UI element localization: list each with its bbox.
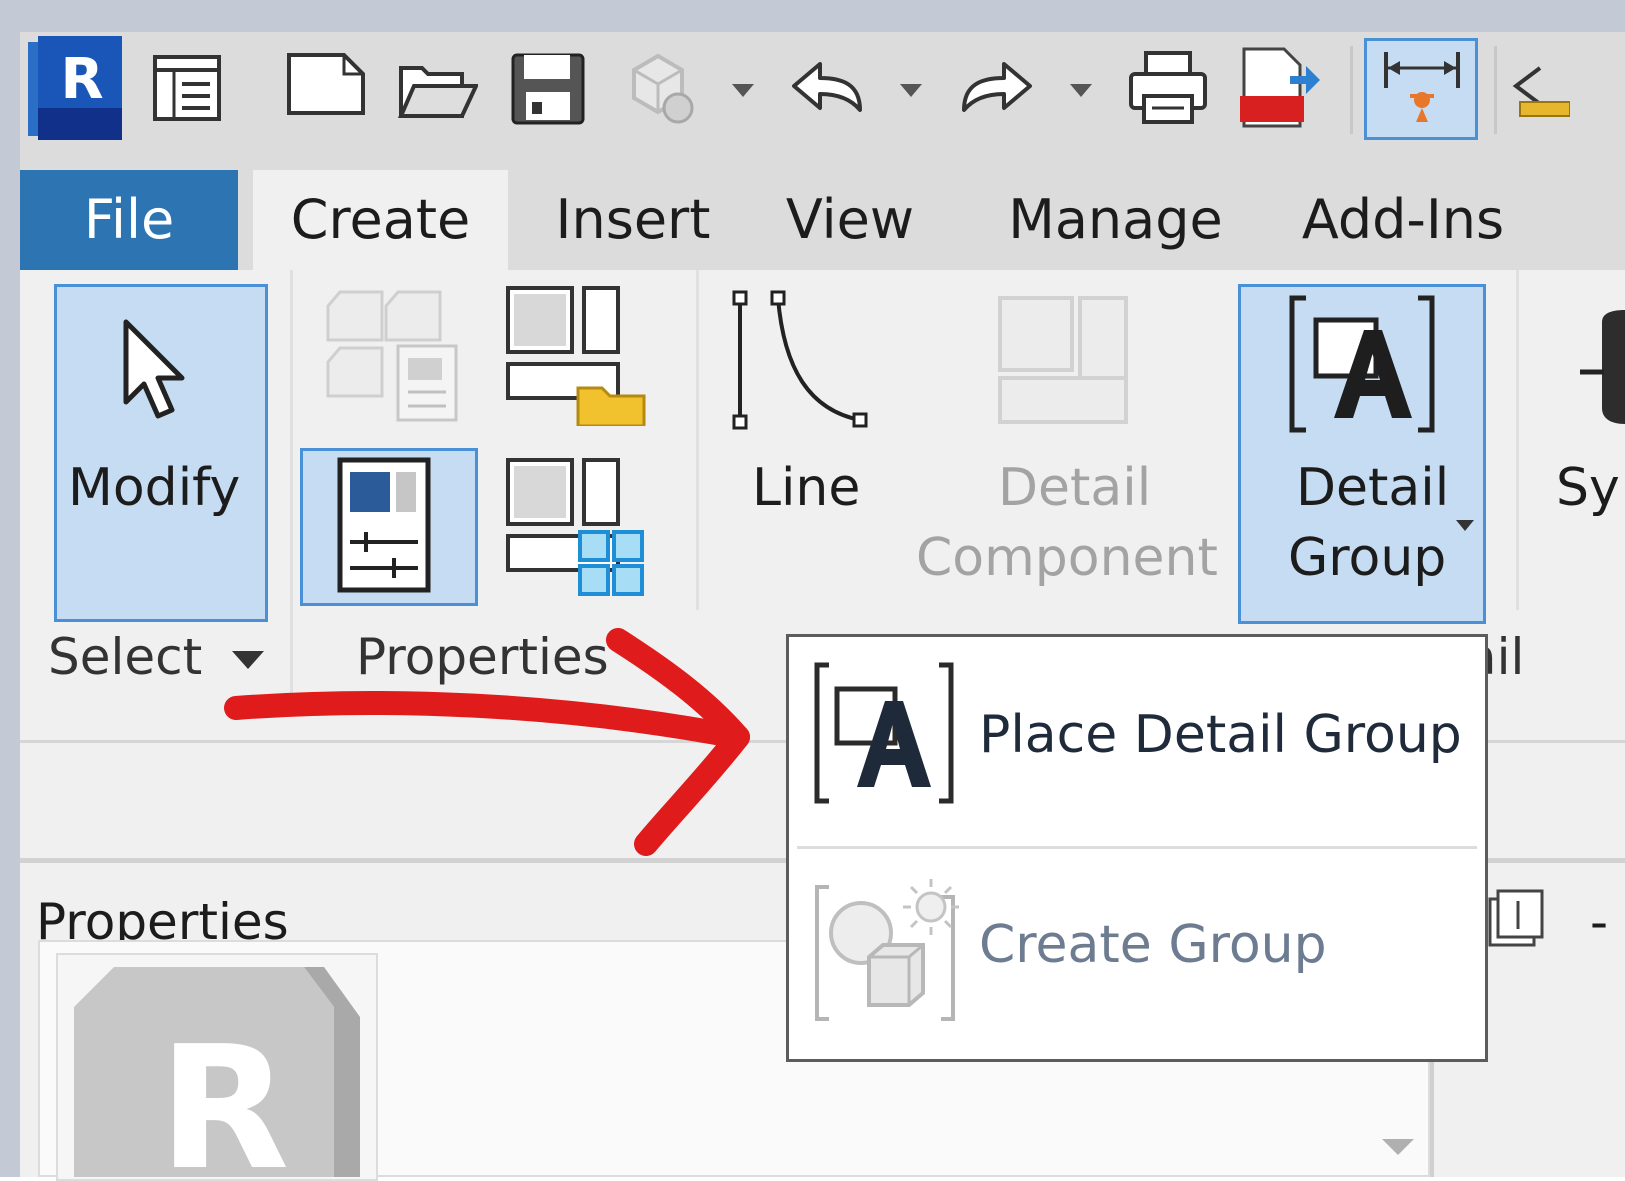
annotation-arrow-icon [224, 628, 750, 856]
